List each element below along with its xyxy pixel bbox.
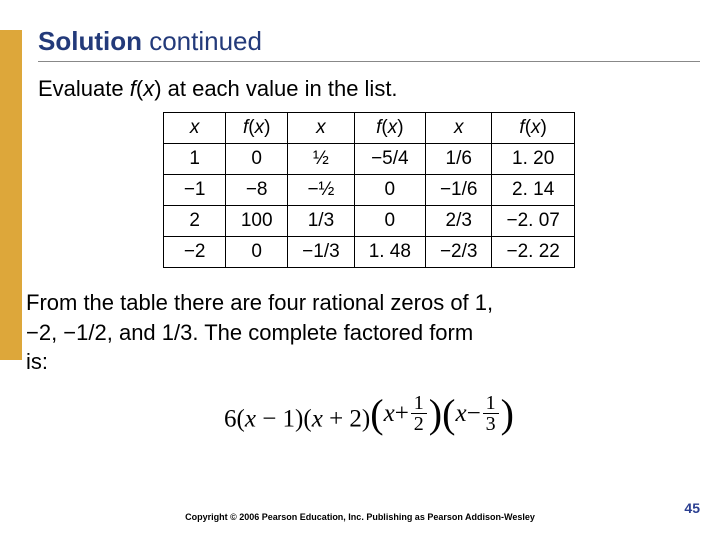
cell: −1 (164, 175, 226, 206)
cell: 0 (354, 206, 425, 237)
table-row: −1 −8 −½ 0 −1/6 2. 14 (164, 175, 575, 206)
cell: 0 (226, 237, 288, 268)
formula-g2: (x + 2) (303, 406, 370, 433)
formula-g1: (x − 1) (237, 406, 304, 433)
cell: −2 (164, 237, 226, 268)
formula-g3: (x + 12) (370, 393, 442, 434)
instr-x: x (143, 76, 154, 101)
title-strong: Solution (38, 26, 142, 56)
cell: ½ (288, 144, 355, 175)
col-header: x (288, 113, 355, 144)
cell: 1/6 (425, 144, 492, 175)
cell: −1/6 (425, 175, 492, 206)
values-table: x f(x) x f(x) x f(x) 1 0 ½ −5/4 1/6 1. 2… (163, 112, 575, 268)
slide-content: Solution continued Evaluate f(x) at each… (38, 26, 700, 434)
table-header-row: x f(x) x f(x) x f(x) (164, 113, 575, 144)
cell: −½ (288, 175, 355, 206)
cell: 1. 20 (492, 144, 574, 175)
cell: −2. 07 (492, 206, 574, 237)
cell: 100 (226, 206, 288, 237)
left-accent-bar (0, 30, 22, 360)
cell: 2 (164, 206, 226, 237)
cell: 2. 14 (492, 175, 574, 206)
cell: 0 (354, 175, 425, 206)
instruction-text: Evaluate f(x) at each value in the list. (38, 76, 700, 102)
conc-l2: −2, −1/2, and 1/3. The complete factored… (26, 320, 473, 345)
instr-pre: Evaluate (38, 76, 130, 101)
cell: −1/3 (288, 237, 355, 268)
copyright-text: Copyright © 2006 Pearson Education, Inc.… (0, 512, 720, 522)
table-row: 1 0 ½ −5/4 1/6 1. 20 (164, 144, 575, 175)
conc-l3: is: (26, 349, 48, 374)
cell: −2. 22 (492, 237, 574, 268)
col-header: f(x) (226, 113, 288, 144)
cell: 1 (164, 144, 226, 175)
factored-form-formula: 6(x − 1)(x + 2)(x + 12)(x − 13) (38, 393, 700, 434)
cell: −5/4 (354, 144, 425, 175)
conc-l1: From the table there are four rational z… (26, 290, 493, 315)
slide-title: Solution continued (38, 26, 700, 57)
conclusion-text: From the table there are four rational z… (26, 288, 700, 377)
table-row: 2 100 1/3 0 2/3 −2. 07 (164, 206, 575, 237)
formula-g4: (x − 13) (442, 393, 514, 434)
col-header: x (425, 113, 492, 144)
col-header: x (164, 113, 226, 144)
cell: 1/3 (288, 206, 355, 237)
col-header: f(x) (492, 113, 574, 144)
cell: 2/3 (425, 206, 492, 237)
formula-lead: 6 (224, 406, 237, 433)
title-rest: continued (142, 26, 262, 56)
cell: −8 (226, 175, 288, 206)
title-divider (38, 61, 700, 62)
instr-post: at each value in the list. (162, 76, 398, 101)
cell: 1. 48 (354, 237, 425, 268)
instr-pc: ) (154, 76, 161, 101)
table-row: −2 0 −1/3 1. 48 −2/3 −2. 22 (164, 237, 575, 268)
slide-number: 45 (684, 500, 700, 516)
cell: −2/3 (425, 237, 492, 268)
cell: 0 (226, 144, 288, 175)
col-header: f(x) (354, 113, 425, 144)
